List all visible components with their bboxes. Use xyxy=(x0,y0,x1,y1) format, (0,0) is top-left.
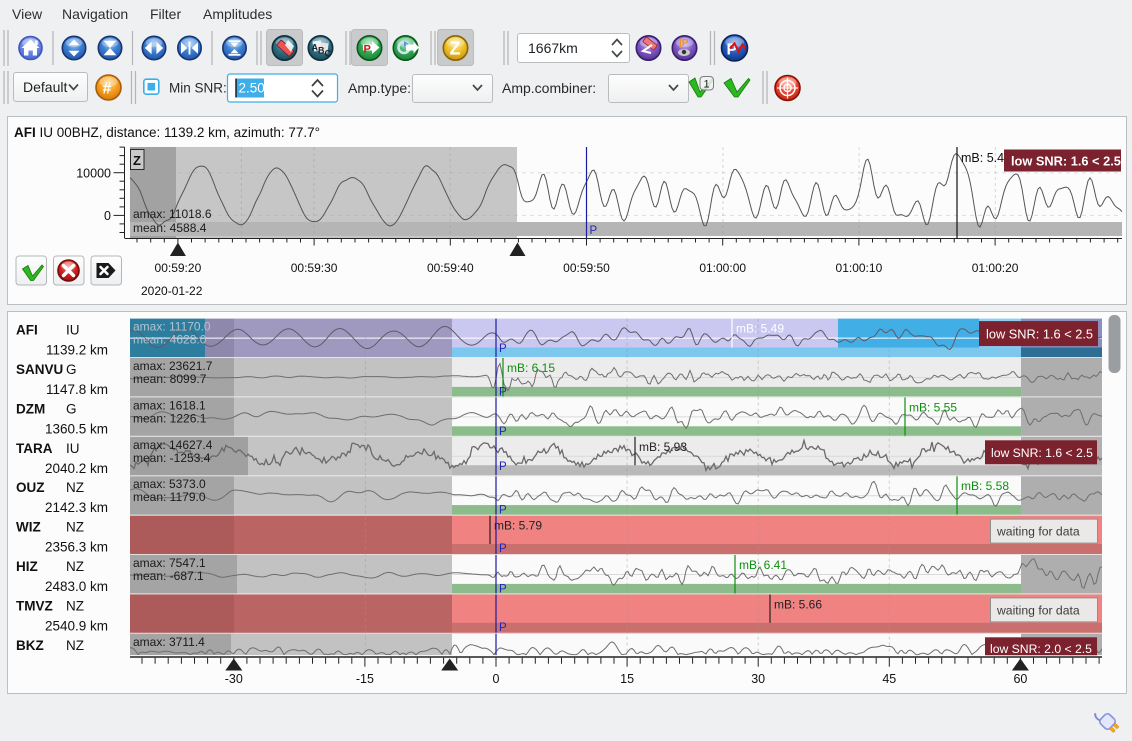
svg-text:00:59:40: 00:59:40 xyxy=(427,261,474,275)
svg-text:45: 45 xyxy=(882,672,896,686)
svg-text:mB: 5.49: mB: 5.49 xyxy=(736,322,784,336)
svg-text:60: 60 xyxy=(1013,672,1027,686)
svg-text:Z: Z xyxy=(450,39,461,59)
svg-text:-30: -30 xyxy=(225,672,243,686)
svg-text:HIZ: HIZ xyxy=(16,559,38,574)
svg-text:00:59:20: 00:59:20 xyxy=(155,261,202,275)
svg-text:SANVU: SANVU xyxy=(16,362,63,377)
svg-text:mB: 5.66: mB: 5.66 xyxy=(774,597,822,611)
svg-text:P: P xyxy=(364,44,371,56)
svg-text:WIZ: WIZ xyxy=(16,520,41,535)
svg-text:waiting for data: waiting for data xyxy=(996,525,1080,539)
svg-text:IU: IU xyxy=(66,323,80,338)
svg-text:low SNR: 1.6 < 2.5: low SNR: 1.6 < 2.5 xyxy=(991,446,1093,460)
svg-text:View: View xyxy=(12,6,43,22)
svg-text:amax: 3711.4: amax: 3711.4 xyxy=(133,635,205,649)
svg-text:mB: 5.49: mB: 5.49 xyxy=(961,151,1011,165)
svg-text:P: P xyxy=(499,543,507,555)
svg-text:-15: -15 xyxy=(356,672,374,686)
svg-text:mB: 6.15: mB: 6.15 xyxy=(507,361,555,375)
svg-text:mean: 1226.1: mean: 1226.1 xyxy=(133,411,207,425)
svg-text:P: P xyxy=(499,461,507,473)
svg-text:2142.3 km: 2142.3 km xyxy=(45,500,108,515)
svg-text:mean: 4628.0: mean: 4628.0 xyxy=(133,333,207,347)
svg-text:NZ: NZ xyxy=(66,598,84,613)
svg-text:#: # xyxy=(103,81,112,98)
svg-text:mB: 6.41: mB: 6.41 xyxy=(739,558,787,572)
svg-text:30: 30 xyxy=(751,672,765,686)
svg-text:G: G xyxy=(66,401,77,416)
svg-text:mB: 5.55: mB: 5.55 xyxy=(909,400,957,414)
svg-text:0: 0 xyxy=(104,209,111,223)
svg-text:NZ: NZ xyxy=(66,480,84,495)
svg-text:IU: IU xyxy=(66,441,80,456)
svg-text:low SNR: 1.6 < 2.5: low SNR: 1.6 < 2.5 xyxy=(1011,154,1121,169)
svg-text:Amp.type:: Amp.type: xyxy=(348,80,411,96)
svg-text:2040.2 km: 2040.2 km xyxy=(45,461,108,476)
svg-text:waiting for data: waiting for data xyxy=(996,603,1080,617)
svg-text:Z: Z xyxy=(133,153,141,168)
svg-text:Filter: Filter xyxy=(150,6,181,22)
svg-text:10000: 10000 xyxy=(76,167,111,181)
svg-text:NZ: NZ xyxy=(66,638,84,653)
svg-text:1: 1 xyxy=(704,79,710,91)
svg-text:2020-01-22: 2020-01-22 xyxy=(141,284,203,298)
svg-text:01:00:20: 01:00:20 xyxy=(972,261,1019,275)
svg-text:OUZ: OUZ xyxy=(16,480,45,495)
svg-text:0: 0 xyxy=(493,672,500,686)
svg-text:Navigation: Navigation xyxy=(62,6,128,22)
svg-text:00:59:50: 00:59:50 xyxy=(563,261,610,275)
svg-text:amax: 5373.0: amax: 5373.0 xyxy=(133,477,206,491)
svg-text:15: 15 xyxy=(620,672,634,686)
svg-text:mean: 4588.4: mean: 4588.4 xyxy=(133,221,207,235)
svg-text:01:00:00: 01:00:00 xyxy=(699,261,746,275)
svg-text:amax: 7547.1: amax: 7547.1 xyxy=(133,556,206,570)
svg-text:low SNR: 1.6 < 2.5: low SNR: 1.6 < 2.5 xyxy=(986,327,1093,342)
svg-text:1667km: 1667km xyxy=(528,40,578,56)
svg-text:1139.2 km: 1139.2 km xyxy=(46,343,108,358)
svg-text:amax: 23621.7: amax: 23621.7 xyxy=(133,359,213,373)
svg-text:AFI IU 00BHZ, distance: 1139.: AFI IU 00BHZ, distance: 1139.2 km, azimu… xyxy=(14,125,320,140)
svg-text:TMVZ: TMVZ xyxy=(16,598,53,613)
svg-text:mB: 5.58: mB: 5.58 xyxy=(961,479,1009,493)
svg-text:2540.9 km: 2540.9 km xyxy=(45,618,108,633)
svg-text:NZ: NZ xyxy=(66,520,84,535)
svg-text:amax: 14627.4: amax: 14627.4 xyxy=(133,438,213,452)
svg-text:Amplitudes: Amplitudes xyxy=(203,6,272,22)
svg-text:NZ: NZ xyxy=(66,559,84,574)
svg-text:C: C xyxy=(325,49,332,59)
svg-text:amax: 11018.6: amax: 11018.6 xyxy=(133,207,212,221)
svg-text:mean: 8099.7: mean: 8099.7 xyxy=(133,372,207,386)
svg-text:mean: 1179.0: mean: 1179.0 xyxy=(133,490,206,504)
svg-text:mB: 5.93: mB: 5.93 xyxy=(639,440,687,454)
svg-text:2483.0 km: 2483.0 km xyxy=(45,579,108,594)
svg-text:2356.3 km: 2356.3 km xyxy=(45,540,108,555)
svg-text:DZM: DZM xyxy=(16,401,45,416)
svg-text:Amp.combiner:: Amp.combiner: xyxy=(502,80,596,96)
svg-text:P: P xyxy=(499,622,507,634)
svg-text:P: P xyxy=(590,225,598,237)
svg-text:low SNR: 2.0 < 2.5: low SNR: 2.0 < 2.5 xyxy=(990,642,1092,656)
svg-text:Default: Default xyxy=(23,79,67,95)
svg-text:G: G xyxy=(66,362,77,377)
svg-text:AFI: AFI xyxy=(16,323,38,338)
svg-text:TARA: TARA xyxy=(16,441,53,456)
svg-text:amax: 11170.0: amax: 11170.0 xyxy=(133,320,211,334)
svg-text:00:59:30: 00:59:30 xyxy=(291,261,338,275)
svg-text:1147.8 km: 1147.8 km xyxy=(46,382,108,397)
svg-text:P: P xyxy=(499,343,507,355)
svg-text:BKZ: BKZ xyxy=(16,638,44,653)
svg-text:01:00:10: 01:00:10 xyxy=(836,261,883,275)
svg-text:|P: |P xyxy=(679,38,689,49)
svg-text:1360.5 km: 1360.5 km xyxy=(45,421,108,436)
svg-text:amax: 1618.1: amax: 1618.1 xyxy=(133,398,206,412)
svg-text:Min SNR:: Min SNR: xyxy=(169,81,227,96)
svg-text:2.50: 2.50 xyxy=(239,81,265,96)
svg-text:mean: -1253.4: mean: -1253.4 xyxy=(133,451,211,465)
svg-text:mB: 5.79: mB: 5.79 xyxy=(494,519,542,533)
svg-text:mean: -687.1: mean: -687.1 xyxy=(133,569,204,583)
